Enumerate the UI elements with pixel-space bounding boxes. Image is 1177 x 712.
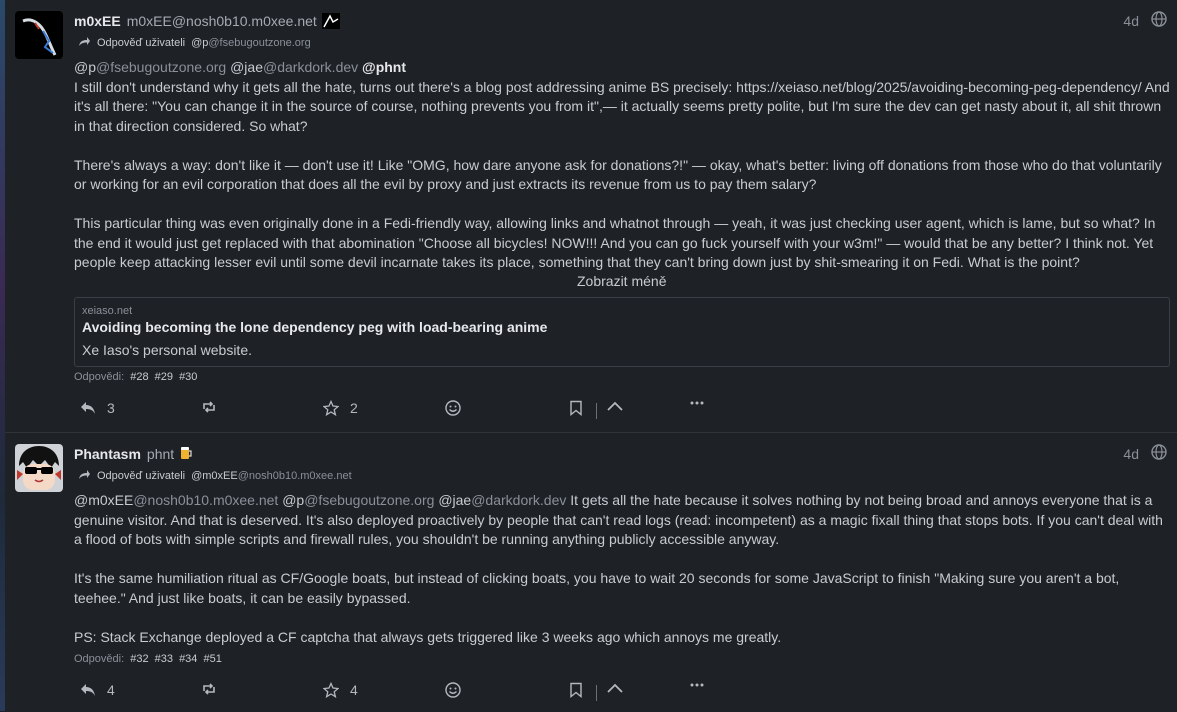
beer-emoji-icon (180, 445, 192, 463)
post-content: @m0xEE@nosh0b10.m0xee.net @p@fsebugoutzo… (74, 491, 1170, 647)
more-icon (690, 400, 704, 406)
bookmark-button[interactable] (569, 682, 583, 698)
favorite-count: 2 (350, 400, 358, 416)
avatar[interactable] (15, 444, 63, 492)
collapse-button[interactable] (606, 682, 624, 694)
emoji-react-button[interactable] (445, 682, 461, 698)
link-preview-card[interactable]: xeiaso.net Avoiding becoming the lone de… (74, 297, 1170, 367)
mention-link[interactable]: @p@fsebugoutzone.org (74, 59, 226, 75)
mention-link[interactable]: @phnt (362, 59, 406, 75)
reply-to-domain: @fsebugoutzone.org (208, 37, 311, 49)
reply-count: 4 (107, 682, 115, 698)
reply-count: 3 (107, 400, 115, 416)
post-content: @p@fsebugoutzone.org @jae@darkdork.dev @… (74, 58, 1170, 273)
reply-arrow-icon (78, 469, 91, 483)
star-icon (323, 682, 339, 698)
emoji-react-icon (445, 682, 461, 698)
action-bar: 3 2 (74, 400, 1170, 422)
reply-button[interactable]: 4 (80, 682, 115, 698)
bookmark-icon (569, 400, 583, 416)
paragraph: There's always a way: don't like it — do… (74, 156, 1162, 193)
emoji-react-button[interactable] (445, 400, 461, 416)
globe-icon (1151, 11, 1167, 27)
status-post: Phantasm phnt 4d Odpověď uživateli @m0xE… (5, 432, 1177, 712)
replies-list: Odpovědi: #28 #29 #30 (74, 371, 197, 383)
display-name[interactable]: m0xEE (74, 13, 121, 29)
replies-list: Odpovědi: #32 #33 #34 #51 (74, 653, 222, 665)
repeat-icon (201, 400, 217, 414)
repeat-button[interactable] (201, 400, 217, 414)
bookmark-button[interactable] (569, 400, 583, 416)
star-icon (323, 400, 339, 416)
avatar[interactable] (15, 11, 63, 59)
reply-to-domain: @nosh0b10.m0xee.net (237, 470, 352, 482)
reply-link[interactable]: #30 (179, 371, 197, 383)
collapse-icon (606, 682, 624, 694)
replies-label: Odpovědi: (74, 653, 125, 665)
reply-link[interactable]: #33 (155, 653, 173, 665)
paragraph: This particular thing was even originall… (74, 215, 1156, 270)
action-bar: 4 4 (74, 682, 1170, 704)
reply-link[interactable]: #51 (203, 653, 221, 665)
reply-icon (80, 401, 96, 415)
mention-link[interactable]: @p@fsebugoutzone.org (282, 492, 434, 508)
show-less-button[interactable]: Zobrazit méně (577, 273, 666, 289)
globe-icon (1151, 444, 1167, 460)
reply-button[interactable]: 3 (80, 400, 115, 416)
favorite-count: 4 (350, 682, 358, 698)
reply-link[interactable]: #32 (130, 653, 148, 665)
reply-arrow-icon (78, 36, 91, 50)
reply-link[interactable]: #29 (155, 371, 173, 383)
more-icon (690, 682, 704, 688)
card-description: Xe Iaso's personal website. (82, 342, 252, 358)
bookmark-icon (569, 682, 583, 698)
card-title: Avoiding becoming the lone dependency pe… (82, 319, 548, 335)
display-name[interactable]: Phantasm (74, 446, 141, 462)
reply-to-line[interactable]: Odpověď uživateli @p@fsebugoutzone.org (78, 36, 311, 50)
reply-link[interactable]: #34 (179, 653, 197, 665)
reply-icon (80, 683, 96, 697)
favorite-button[interactable]: 2 (323, 400, 358, 416)
action-separator (596, 685, 597, 701)
mention-link[interactable]: @m0xEE@nosh0b10.m0xee.net (74, 492, 278, 508)
replies-label: Odpovědi: (74, 371, 125, 383)
collapse-icon (606, 400, 624, 412)
paragraph: It's the same humiliation ritual as CF/G… (74, 570, 1120, 606)
status-post: m0xEE m0xEE@nosh0b10.m0xee.net 4d Odpově… (5, 0, 1177, 431)
custom-emoji-icon (321, 13, 340, 29)
more-button[interactable] (690, 682, 704, 688)
user-handle[interactable]: m0xEE@nosh0b10.m0xee.net (127, 13, 317, 29)
reply-label: Odpověď uživateli (97, 37, 186, 49)
repeat-icon (201, 682, 217, 696)
post-time[interactable]: 4d (1123, 13, 1139, 29)
reply-to-user[interactable]: @m0xEE (191, 470, 238, 482)
reply-to-user[interactable]: @p (191, 37, 208, 49)
post-time[interactable]: 4d (1123, 446, 1139, 462)
paragraph: PS: Stack Exchange deployed a CF captcha… (74, 628, 782, 645)
reply-to-line[interactable]: Odpověď uživateli @m0xEE@nosh0b10.m0xee.… (78, 469, 352, 483)
reply-link[interactable]: #28 (130, 371, 148, 383)
mention-link[interactable]: @jae@darkdork.dev (230, 59, 358, 75)
action-separator (596, 403, 597, 419)
favorite-button[interactable]: 4 (323, 682, 358, 698)
user-handle[interactable]: phnt (147, 446, 174, 462)
repeat-button[interactable] (201, 682, 217, 696)
reply-label: Odpověď uživateli (97, 470, 186, 482)
paragraph: I still don't understand why it gets all… (74, 78, 1170, 134)
emoji-react-icon (445, 400, 461, 416)
card-host: xeiaso.net (82, 305, 133, 317)
more-button[interactable] (690, 400, 704, 406)
collapse-button[interactable] (606, 400, 624, 412)
mention-link[interactable]: @jae@darkdork.dev (438, 492, 566, 508)
